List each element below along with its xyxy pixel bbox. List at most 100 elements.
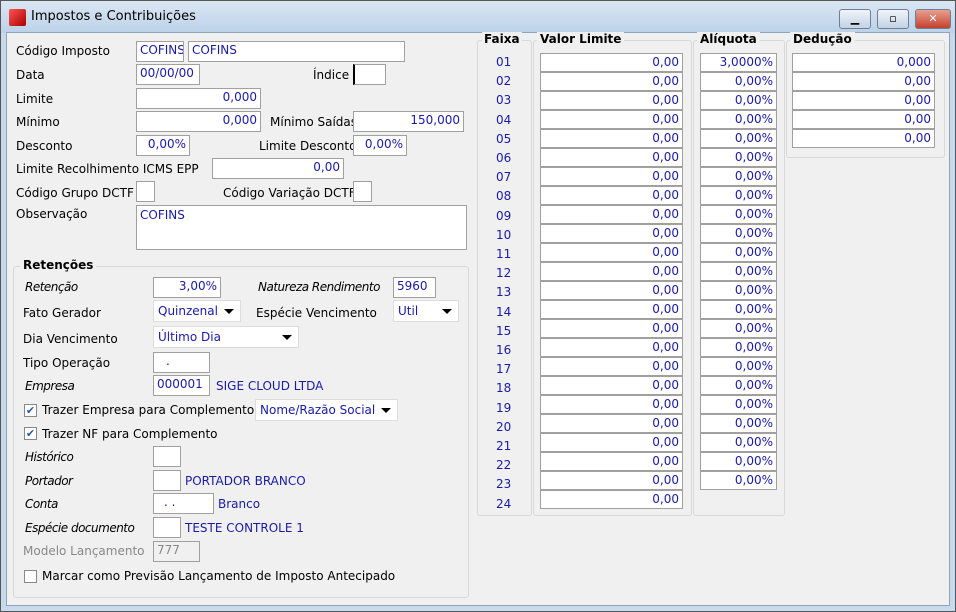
natureza-label: Natureza Rendimento [258, 280, 380, 294]
trazer-empresa-select[interactable]: Nome/Razão Social [255, 399, 398, 421]
aliquota-input[interactable]: 0,00% [700, 148, 777, 167]
deducao-input[interactable]: 0,000 [792, 53, 935, 72]
valor-limite-input[interactable]: 0,00 [540, 433, 683, 452]
faixa-title: Faixa [482, 32, 522, 46]
especie-documento-label: Espécie documento [25, 521, 135, 535]
valor-limite-input[interactable]: 0,00 [540, 167, 683, 186]
valor-limite-input[interactable]: 0,00 [540, 72, 683, 91]
deducao-input[interactable]: 0,00 [792, 110, 935, 129]
especie-vencimento-select[interactable]: Util [393, 300, 459, 322]
valor-limite-input[interactable]: 0,00 [540, 414, 683, 433]
valor-limite-input[interactable]: 0,00 [540, 224, 683, 243]
aliquota-input[interactable]: 0,00% [700, 129, 777, 148]
icms-input[interactable]: 0,00 [212, 158, 344, 179]
valor-limite-input[interactable]: 0,00 [540, 110, 683, 129]
valor-limite-title: Valor Limite [537, 32, 625, 46]
aliquota-input[interactable]: 0,00% [700, 338, 777, 357]
data-input[interactable]: 00/00/00 [136, 64, 200, 85]
aliquota-input[interactable]: 0,00% [700, 205, 777, 224]
deducao-input[interactable]: 0,00 [792, 129, 935, 148]
historico-input[interactable] [153, 446, 181, 467]
tipo-operacao-input[interactable]: . [153, 352, 210, 373]
limite-desconto-input[interactable]: 0,00% [353, 135, 407, 156]
conta-input[interactable]: . . [153, 493, 214, 514]
grupo-dctf-input[interactable] [136, 181, 155, 202]
natureza-input[interactable]: 5960 [393, 277, 436, 298]
valor-limite-input[interactable]: 0,00 [540, 243, 683, 262]
aliquota-input[interactable]: 0,00% [700, 452, 777, 471]
codigo-imposto-label: Código Imposto [16, 44, 110, 58]
empresa-label: Empresa [25, 379, 75, 393]
data-label: Data [16, 68, 45, 82]
aliquota-input[interactable]: 0,00% [700, 167, 777, 186]
valor-limite-input[interactable]: 0,00 [540, 91, 683, 110]
valor-limite-input[interactable]: 0,00 [540, 319, 683, 338]
retencao-input[interactable]: 3,00% [153, 277, 221, 298]
minimo-saidas-input[interactable]: 150,000 [353, 111, 464, 132]
dia-vencimento-label: Dia Vencimento [23, 332, 118, 346]
limite-input[interactable]: 0,000 [136, 88, 261, 109]
aliquota-input[interactable]: 0,00% [700, 414, 777, 433]
faixa-number: 07 [496, 170, 512, 185]
aliquota-input[interactable]: 0,00% [700, 262, 777, 281]
faixa-number: 05 [496, 131, 512, 146]
marcar-previsao-checkbox[interactable] [24, 570, 37, 583]
portador-input[interactable] [153, 470, 181, 491]
marcar-previsao-label: Marcar como Previsão Lançamento de Impos… [42, 569, 396, 583]
aliquota-input[interactable]: 0,00% [700, 433, 777, 452]
valor-limite-input[interactable]: 0,00 [540, 53, 683, 72]
valor-limite-input[interactable]: 0,00 [540, 357, 683, 376]
especie-vencimento-label: Espécie Vencimento [256, 306, 377, 320]
aliquota-input[interactable]: 0,00% [700, 300, 777, 319]
faixa-number: 20 [496, 419, 512, 434]
trazer-empresa-checkbox[interactable]: ✔ [24, 404, 37, 417]
valor-limite-input[interactable]: 0,00 [540, 490, 683, 509]
valor-limite-input[interactable]: 0,00 [540, 376, 683, 395]
faixa-number: 22 [496, 458, 512, 473]
minimo-input[interactable]: 0,000 [136, 111, 261, 132]
aliquota-input[interactable]: 0,00% [700, 395, 777, 414]
dia-vencimento-select[interactable]: Último Dia [153, 326, 299, 348]
aliquota-input[interactable]: 0,00% [700, 376, 777, 395]
aliquota-input[interactable]: 0,00% [700, 357, 777, 376]
dia-vencimento-value: Último Dia [158, 330, 221, 344]
aliquota-input[interactable]: 0,00% [700, 72, 777, 91]
valor-limite-input[interactable]: 0,00 [540, 262, 683, 281]
valor-limite-input[interactable]: 0,00 [540, 129, 683, 148]
variacao-dctf-input[interactable] [353, 181, 372, 202]
valor-limite-input[interactable]: 0,00 [540, 300, 683, 319]
faixa-number: 18 [496, 381, 512, 396]
especie-documento-nome: TESTE CONTROLE 1 [185, 521, 304, 535]
aliquota-input[interactable]: 0,00% [700, 224, 777, 243]
valor-limite-input[interactable]: 0,00 [540, 471, 683, 490]
codigo-descricao-input[interactable]: COFINS [188, 41, 405, 62]
deducao-input[interactable]: 0,00 [792, 91, 935, 110]
aliquota-input[interactable]: 0,00% [700, 186, 777, 205]
deducao-input[interactable]: 0,00 [792, 72, 935, 91]
aliquota-input[interactable]: 0,00% [700, 91, 777, 110]
fato-gerador-select[interactable]: Quinzenal [153, 300, 241, 322]
aliquota-input[interactable]: 0,00% [700, 243, 777, 262]
valor-limite-input[interactable]: 0,00 [540, 205, 683, 224]
codigo-imposto-input[interactable]: COFINS [136, 41, 184, 62]
valor-limite-input[interactable]: 0,00 [540, 452, 683, 471]
faixa-number: 19 [496, 400, 512, 415]
aliquota-input[interactable]: 0,00% [700, 319, 777, 338]
valor-limite-input[interactable]: 0,00 [540, 395, 683, 414]
aliquota-input[interactable]: 3,0000% [700, 53, 777, 72]
aliquota-input[interactable]: 0,00% [700, 281, 777, 300]
modelo-lancamento-input: 777 [153, 541, 200, 562]
valor-limite-input[interactable]: 0,00 [540, 338, 683, 357]
especie-documento-input[interactable] [153, 517, 181, 538]
desconto-input[interactable]: 0,00% [136, 135, 190, 156]
valor-limite-input[interactable]: 0,00 [540, 148, 683, 167]
valor-limite-input[interactable]: 0,00 [540, 186, 683, 205]
indice-input[interactable] [353, 64, 386, 85]
aliquota-input[interactable]: 0,00% [700, 471, 777, 490]
chevron-down-icon [381, 408, 391, 413]
trazer-nf-checkbox[interactable]: ✔ [24, 427, 37, 440]
observacao-textarea[interactable]: COFINS [136, 205, 467, 250]
aliquota-input[interactable]: 0,00% [700, 110, 777, 129]
valor-limite-input[interactable]: 0,00 [540, 281, 683, 300]
empresa-input[interactable]: 000001 [153, 375, 210, 396]
